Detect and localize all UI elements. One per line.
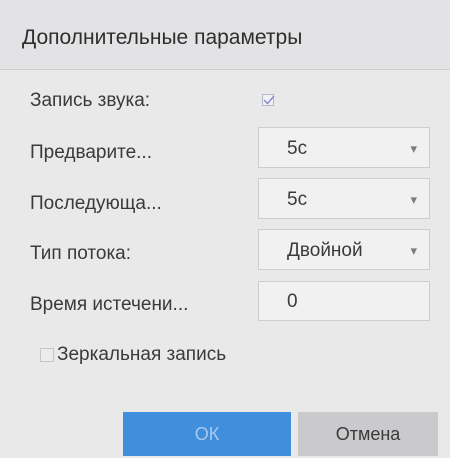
- expiry-time-input[interactable]: 0: [258, 281, 430, 321]
- ok-button-label: ОК: [194, 424, 220, 444]
- dialog-title-bar: Дополнительные параметры: [0, 0, 450, 70]
- advanced-parameters-dialog: Дополнительные параметры Запись звука: П…: [0, 0, 450, 458]
- audio-record-checkbox[interactable]: [262, 94, 275, 106]
- stream-type-value: Двойной: [287, 240, 363, 261]
- expiry-time-label: Время истечени...: [30, 294, 189, 315]
- pre-record-value: 5с: [287, 138, 308, 159]
- post-record-select[interactable]: 5с ▾: [258, 178, 430, 219]
- ok-button[interactable]: ОК: [123, 412, 291, 456]
- audio-record-label: Запись звука:: [30, 90, 151, 111]
- mirror-record-checkbox[interactable]: [40, 348, 54, 362]
- chevron-down-icon: ▾: [410, 141, 417, 156]
- post-record-label: Последующа...: [30, 193, 162, 214]
- post-record-value: 5с: [287, 189, 308, 210]
- cancel-button[interactable]: Отмена: [298, 412, 438, 456]
- pre-record-select[interactable]: 5с ▾: [258, 127, 430, 168]
- cancel-button-label: Отмена: [335, 424, 401, 444]
- stream-type-label: Тип потока:: [30, 243, 132, 264]
- chevron-down-icon: ▾: [410, 192, 417, 207]
- checkmark-icon: [263, 95, 275, 105]
- stream-type-select[interactable]: Двойной ▾: [258, 229, 430, 270]
- expiry-time-value: 0: [287, 291, 298, 312]
- mirror-record-label: Зеркальная запись: [57, 344, 227, 365]
- pre-record-label: Предварите...: [30, 142, 152, 163]
- chevron-down-icon: ▾: [410, 243, 417, 258]
- dialog-title: Дополнительные параметры: [22, 26, 303, 49]
